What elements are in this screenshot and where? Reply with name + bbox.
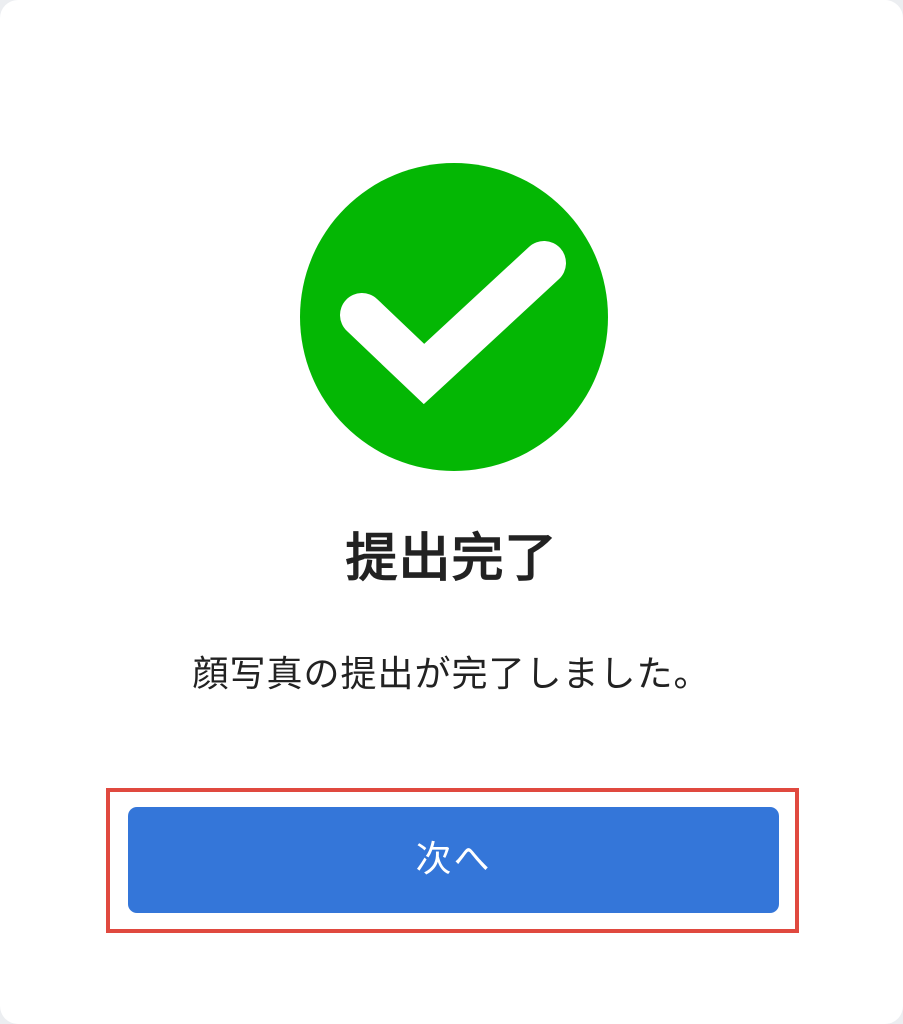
dialog-title: 提出完了 [345,529,558,589]
check-circle-icon [300,163,608,471]
submission-complete-dialog: 提出完了 顔写真の提出が完了しました。 次へ [0,0,903,1024]
next-button[interactable]: 次へ [128,807,779,913]
dialog-message: 顔写真の提出が完了しました。 [192,654,711,695]
